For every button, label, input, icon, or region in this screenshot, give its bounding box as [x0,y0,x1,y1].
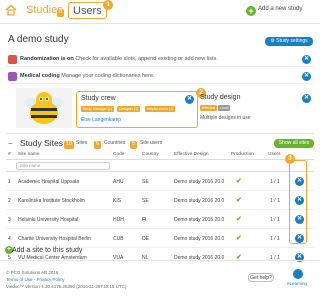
table-row[interactable]: 3 Helsinki University Hospital HUH FI De… [6,211,314,229]
site-country: SE [142,198,149,204]
randomization-text: Check for available slots, append existi… [75,56,218,62]
get-help-button[interactable]: Get help? [248,273,274,282]
production-check-icon: ✔ [236,197,242,204]
sites-label: Sites [76,140,88,146]
study-sites-header: − Study Sites 10 Sites 6 Countries 5 Sit… [0,136,320,150]
randomization-settings-icon[interactable]: ✕ [302,55,311,64]
site-name[interactable]: Karolinska Institute Stockholm [18,198,85,204]
study-title: A demo study [8,34,69,45]
site-users-count-badge: 5 [130,141,138,149]
site-users: 1 / 1 [270,198,280,204]
production-check-icon: ✔ [236,216,242,223]
study-crew-title: Study crew [81,95,116,102]
column-header-number[interactable]: # [8,152,11,157]
home-icon[interactable] [5,4,17,16]
site-country: FI [142,217,147,223]
medical-coding-title: Medical coding [20,73,60,79]
medical-coding-row: Medical coding Manage your coding dictio… [6,70,314,84]
medical-coding-text: Manage your coding dictionaries here. [61,73,155,79]
studies-count-badge: 8 [57,9,65,17]
callout-3: 3 [285,154,295,164]
site-name[interactable]: Charite University Hospital Berlin [18,236,91,242]
study-design-text: Multiple designs in use [200,115,251,121]
collapse-sites-icon[interactable]: − [8,139,13,148]
study-crew-card[interactable]: Study crew ✕ Study Manager (1) Designer … [76,91,198,128]
copyright-text: © PCG Solutions AB 2016 [6,270,59,275]
design-chip-effective: Effective [200,105,218,111]
column-header-production[interactable]: Production [231,152,254,157]
site-country: DE [142,236,149,242]
elearning-link[interactable]: eLearning [287,281,307,286]
show-all-sites-button[interactable]: Show all sites [274,139,314,148]
column-header-users[interactable]: Users [268,152,281,157]
production-check-icon: ✔ [236,178,242,185]
site-name[interactable]: Helsinki University Hospital [18,217,78,223]
elearning-icon[interactable] [293,269,303,279]
randomization-title: Randomization is on [20,56,74,62]
footer: © PCG Solutions AB 2016 Terms of Use - P… [0,260,320,300]
site-code: HUH [113,217,124,223]
study-design-title: Study design [200,94,241,101]
top-nav: Studies 8 Users 1 + Add a new study [0,0,320,24]
site-name-filter-input[interactable]: Site name [16,162,110,170]
footer-links[interactable]: Terms of Use - Privacy Policy [6,277,65,282]
version-text: Viedoc™ version 4.30.4176.28350 (2016-11… [6,284,127,289]
site-code: AHU [113,179,124,185]
study-settings-label: Study settings [276,38,308,44]
site-users: 1 / 1 [270,179,280,185]
site-name[interactable]: Academic Hospital Uppsala [18,179,79,185]
countries-label: Countries [104,140,126,146]
crew-chip-designer: Designer (1) [117,106,141,112]
site-design: Demo study 2016 20.0 [174,179,225,185]
site-settings-highlight [289,160,307,244]
filter-row: Site name [6,161,314,172]
row-number: 2 [8,198,11,204]
add-site-link[interactable]: Add a site to this study [12,247,82,254]
add-study-link[interactable]: Add a new study [258,6,302,12]
crew-chip-study-manager: Study Manager (1) [81,106,114,112]
study-overview: Study crew ✕ Study Manager (1) Designer … [6,88,314,134]
table-row[interactable]: 2 Karolinska Institute Stockholm KIS SE … [6,192,314,210]
nav-users-link[interactable]: Users [68,2,107,19]
column-header-site-name[interactable]: Site name [18,152,40,157]
site-design: Demo study 2016 20.0 [174,236,225,242]
sites-count-badge: 10 [64,141,75,149]
study-design-settings-icon[interactable]: ✕ [302,94,311,103]
design-chip-local: Local [218,105,231,111]
table-header: # Site name Code Country Effective Desig… [6,152,314,160]
study-settings-button[interactable]: ⚙ Study settings [265,37,313,46]
crew-member-link[interactable]: Else Langenkamp [81,117,121,123]
site-country: SE [142,179,149,185]
study-sites-title: Study Sites [20,138,63,148]
site-design: Demo study 2016 20.0 [174,198,225,204]
row-number: 3 [8,217,11,223]
table-row[interactable]: 1 Academic Hospital Uppsala AHU SE Demo … [6,173,314,191]
randomization-row: Randomization is on Check for available … [6,53,314,67]
study-header: A demo study ⚙ Study settings [0,30,320,48]
add-study-icon[interactable]: + [246,6,256,16]
randomization-icon [8,55,17,64]
column-header-country[interactable]: Country [142,152,159,157]
site-users: 1 / 1 [270,217,280,223]
medical-coding-icon [8,72,17,81]
column-header-code[interactable]: Code [113,152,124,157]
site-code: CUB [113,236,124,242]
callout-1: 1 [103,0,113,10]
site-code: KIS [113,198,122,204]
row-number: 4 [8,236,11,242]
countries-count-badge: 6 [94,141,102,149]
table-row[interactable]: 4 Charite University Hospital Berlin CUB… [6,230,314,248]
bee-mascot-image [16,88,72,128]
site-users: 1 / 1 [270,236,280,242]
crew-chip-helpful-users: Helpful Users (1) [145,106,176,112]
study-crew-settings-icon[interactable]: ✕ [185,95,194,104]
site-users-label: Site users [140,140,163,146]
medical-coding-settings-icon[interactable]: ✕ [302,72,311,81]
column-header-effective-design[interactable]: Effective Design [174,152,209,157]
site-design: Demo study 2016 20.0 [174,217,225,223]
row-number: 1 [8,179,11,185]
production-check-icon: ✔ [236,235,242,242]
gear-icon: ⚙ [270,38,275,44]
